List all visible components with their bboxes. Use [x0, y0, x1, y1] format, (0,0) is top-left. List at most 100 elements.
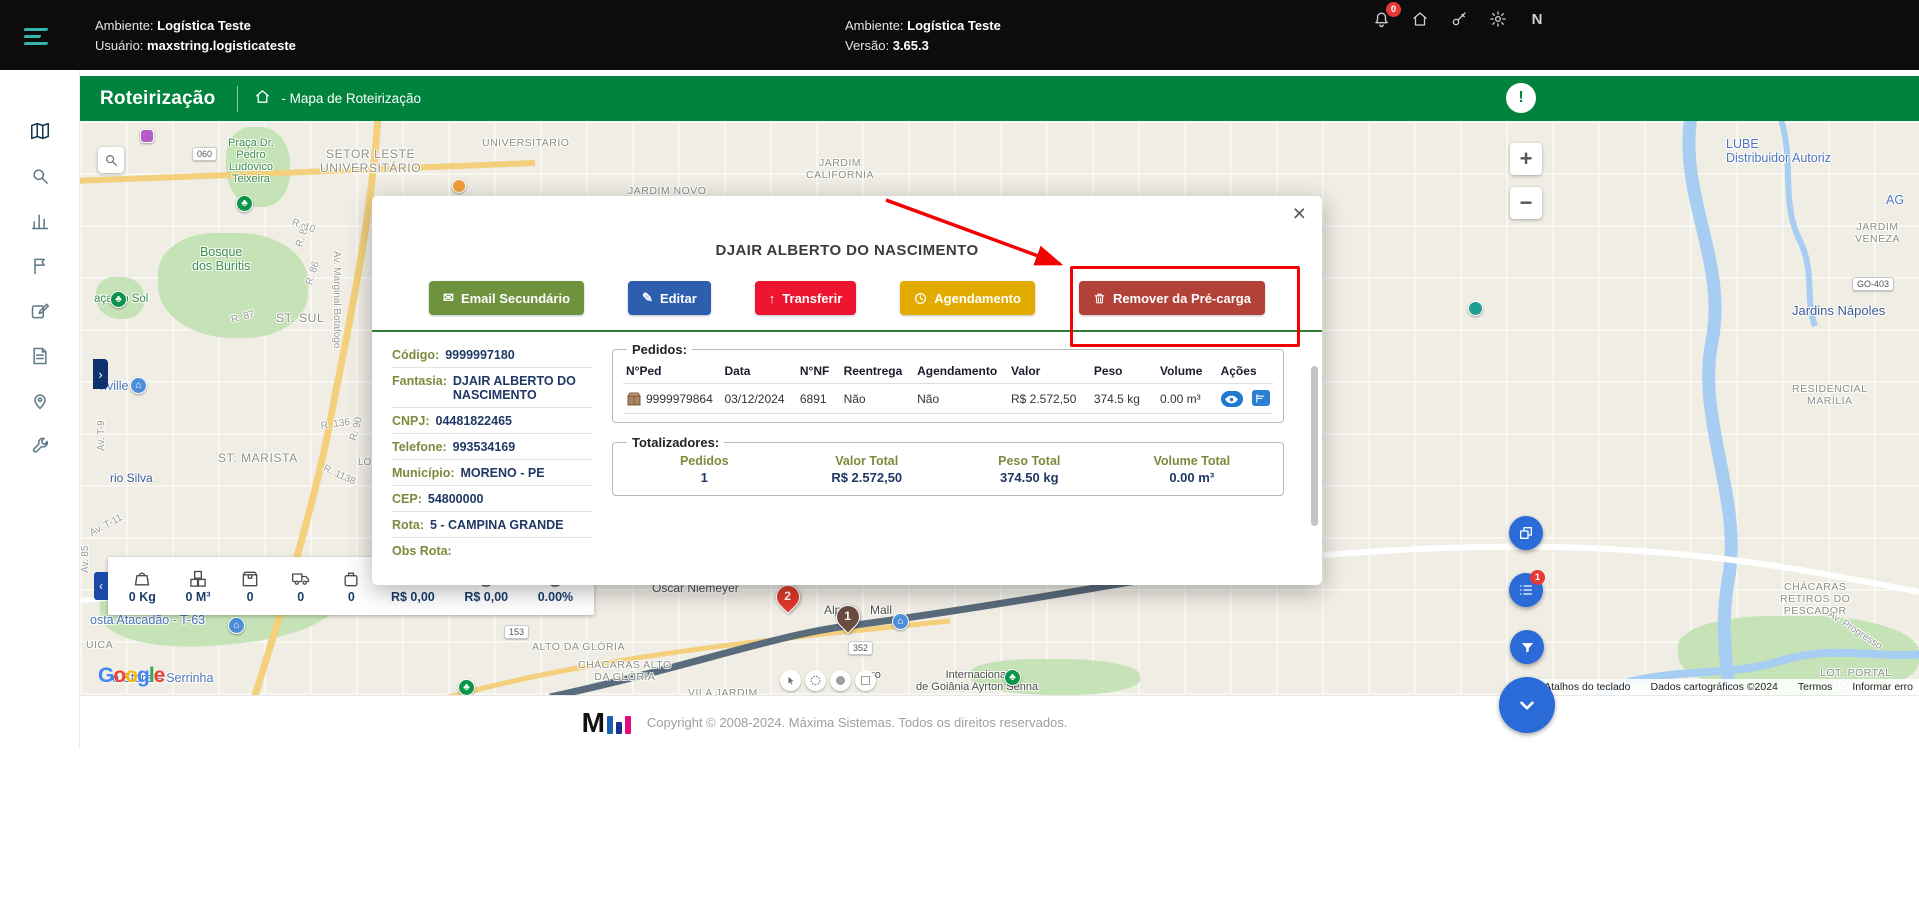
trash-icon	[1093, 292, 1106, 305]
report-error-link[interactable]: Informar erro	[1852, 681, 1913, 693]
lasso-tool[interactable]	[805, 670, 826, 691]
bell-badge: 0	[1386, 2, 1401, 17]
agendamento-button[interactable]: Agendamento	[900, 281, 1035, 315]
zoom-in-button[interactable]: +	[1510, 143, 1542, 175]
park-marker[interactable]: ♣	[236, 195, 253, 212]
modal-scrollbar[interactable]	[1311, 366, 1318, 526]
totalizadores-fieldset: Totalizadores: Pedidos 1 Valor Total R$ …	[612, 435, 1284, 496]
cell-valor: R$ 2.572,50	[1008, 384, 1091, 414]
order-comment-button[interactable]	[1252, 390, 1270, 406]
road-badge: 060	[192, 147, 217, 161]
map-label: UICA	[86, 639, 113, 651]
sidebar-item-map[interactable]	[0, 108, 79, 153]
scroll-down-button[interactable]	[1499, 677, 1555, 733]
sidebar-item-location[interactable]	[0, 378, 79, 423]
poi-marker[interactable]	[1468, 301, 1483, 316]
map-label: osta Atacadão - T-63	[90, 613, 205, 627]
map-label: LUBE Distribuidor Autoriz	[1726, 137, 1831, 165]
truck-icon	[290, 569, 312, 589]
col-header: Volume	[1157, 359, 1218, 384]
sidebar-item-milestones[interactable]	[0, 243, 79, 288]
col-header: Data	[721, 359, 796, 384]
hamburger-menu-icon[interactable]	[24, 28, 50, 50]
col-header: N°NF	[797, 359, 841, 384]
map-label: RESIDENCIAL MARÍLIA	[1792, 383, 1868, 407]
close-icon[interactable]: ×	[1293, 202, 1306, 225]
orders-table: N°Ped Data N°NF Reentrega Agendamento Va…	[623, 359, 1273, 414]
chevron-down-icon	[1514, 692, 1540, 718]
map-data-label: Dados cartográficos ©2024	[1650, 681, 1777, 693]
cubes-icon	[188, 569, 208, 589]
cell-agendamento: Não	[914, 384, 1008, 414]
circle-select-tool[interactable]	[830, 670, 851, 691]
route-list-button[interactable]: 1	[1509, 573, 1543, 607]
flag-icon	[30, 256, 50, 276]
sidebar-item-tools[interactable]	[0, 423, 79, 468]
usuario-value: maxstring.logisticateste	[147, 38, 296, 53]
notification-bell-icon[interactable]: 0	[1368, 6, 1394, 32]
map-label: Av. 85	[80, 546, 91, 573]
cell-peso: 374.5 kg	[1091, 384, 1157, 414]
cell-acoes	[1218, 384, 1273, 414]
alert-button[interactable]: !	[1506, 83, 1536, 113]
rectangle-select-tool[interactable]	[855, 670, 876, 691]
file-icon	[30, 346, 50, 366]
keyboard-shortcuts-link[interactable]: Atalhos do teclado	[1544, 681, 1630, 693]
sidebar-item-invoice[interactable]	[0, 333, 79, 378]
panel-expand-button[interactable]: ›	[93, 359, 108, 389]
gear-icon[interactable]	[1485, 6, 1511, 32]
map-label: CHÁCARAS RETIROS DO PESCADOR	[1780, 581, 1850, 617]
poi-marker[interactable]	[452, 179, 466, 193]
road-badge: 352	[848, 641, 873, 655]
lodging-marker[interactable]: ⌂	[228, 617, 245, 634]
google-logo[interactable]: Google	[98, 664, 164, 688]
versao-value: 3.65.3	[893, 38, 929, 53]
park-marker[interactable]: ♣	[1004, 669, 1021, 686]
search-icon	[30, 166, 50, 186]
stat-trucks: 0	[290, 569, 312, 604]
route-list-badge: 1	[1530, 570, 1545, 585]
filter-button[interactable]	[1510, 630, 1544, 664]
col-header: Agendamento	[914, 359, 1008, 384]
stat-orders: 0	[240, 569, 260, 604]
lodging-marker[interactable]: ⌂	[892, 613, 909, 630]
park-marker[interactable]: ♣	[458, 679, 475, 695]
stat-weight: 0 Kg	[129, 569, 156, 604]
email-secundario-button[interactable]: ✉ Email Secundário	[429, 281, 584, 315]
table-row[interactable]: 9999979864 03/12/2024 6891 Não Não R$ 2.…	[623, 384, 1273, 414]
map-label: JARDIM CALIFORNIA	[806, 157, 874, 181]
view-order-button[interactable]	[1221, 391, 1243, 407]
zoom-out-button[interactable]: −	[1510, 187, 1542, 219]
pedidos-fieldset: Pedidos: N°Ped Data N°NF Reentrega Agend…	[612, 342, 1284, 423]
copyright-text: Copyright © 2008-2024. Máxima Sistemas. …	[647, 715, 1067, 730]
sidebar-item-edit[interactable]	[0, 288, 79, 333]
map-label: Mall	[870, 603, 892, 617]
layers-panel-button[interactable]	[1509, 516, 1543, 550]
breadcrumb-home-icon[interactable]	[254, 88, 271, 110]
ambiente-value: Logística Teste	[157, 18, 251, 33]
sidebar-item-search[interactable]	[0, 153, 79, 198]
pan-hand-tool[interactable]	[780, 670, 801, 691]
lodging-marker[interactable]: ⌂	[130, 377, 147, 394]
remover-pre-carga-button[interactable]: Remover da Pré-carga	[1079, 281, 1265, 315]
col-header: Valor	[1008, 359, 1091, 384]
park-marker[interactable]: ♣	[110, 291, 127, 308]
key-icon[interactable]	[1446, 6, 1472, 32]
cell-nped: 9999979864	[623, 384, 721, 414]
transit-marker[interactable]	[140, 129, 154, 143]
module-header: Roteirização - Mapa de Roteirização !	[80, 76, 1919, 121]
layers-icon	[1518, 525, 1534, 541]
total-valor: Valor Total R$ 2.572,50	[786, 454, 949, 485]
statsbar-collapse-button[interactable]: ‹	[94, 572, 108, 600]
cell-data: 03/12/2024	[721, 384, 796, 414]
cell-volume: 0.00 m³	[1157, 384, 1218, 414]
editar-button[interactable]: ✎ Editar	[628, 281, 711, 315]
transferir-button[interactable]: ↑ Transferir	[755, 281, 856, 315]
home-icon[interactable]	[1407, 6, 1433, 32]
n-icon[interactable]: N	[1524, 6, 1550, 32]
sidebar-item-reports[interactable]	[0, 198, 79, 243]
terms-link[interactable]: Termos	[1798, 681, 1832, 693]
map-search-button[interactable]	[98, 147, 124, 173]
environment-info: Ambiente: Logística Teste Usuário: maxst…	[95, 16, 296, 56]
map-icon	[29, 120, 51, 142]
